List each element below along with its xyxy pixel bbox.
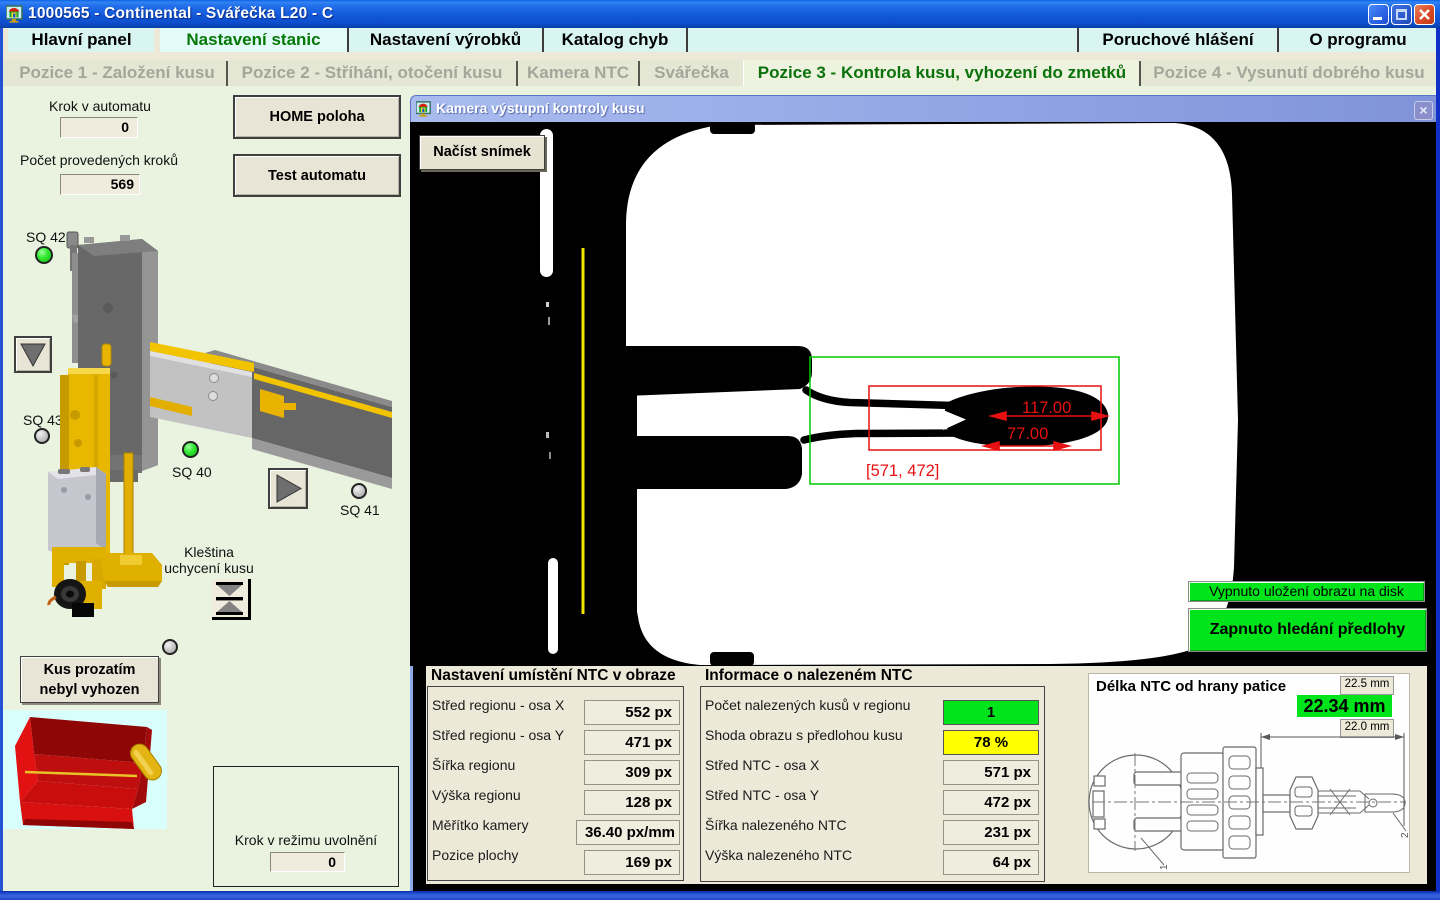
svg-text:1: 1	[1159, 864, 1170, 870]
svg-text:[571, 472]: [571, 472]	[866, 462, 939, 480]
svg-text:117.00: 117.00	[1022, 399, 1071, 417]
svg-text:2: 2	[1400, 832, 1410, 838]
svg-text:77.00: 77.00	[1007, 425, 1048, 443]
